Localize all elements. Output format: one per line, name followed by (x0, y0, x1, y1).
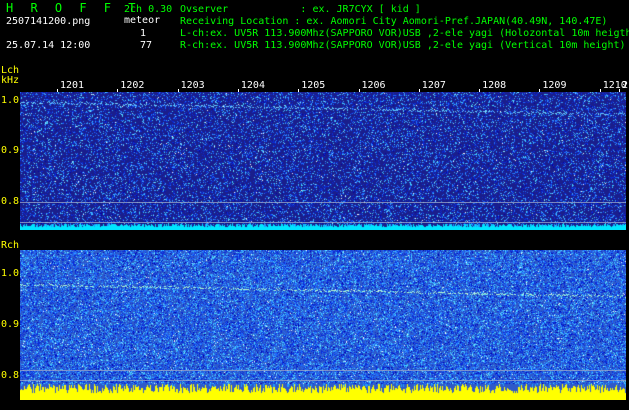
lch-info-line: L-ch:ex. UV5R 113.900Mhz(SAPPORO VOR)USB… (180, 28, 629, 39)
time-tick: 1203 (180, 80, 205, 91)
lch-freq-tick-0.8: 0.8 (1, 196, 20, 207)
lch-spectrogram (20, 92, 626, 230)
time-tick: 1208 (482, 80, 507, 91)
rch-info-line: R-ch:ex. UV5R 113.900Mhz(SAPPORO VOR)USB… (180, 40, 626, 51)
time-tick: 1202 (120, 80, 145, 91)
rch-freq-tick-0.9: 0.9 (1, 319, 20, 330)
time-tick: 1206 (361, 80, 386, 91)
rch-guide-line-lower (20, 380, 626, 381)
app-title: H R O F F T (6, 1, 141, 15)
rch-freq-tick-1.0: 1.0 (1, 268, 20, 279)
rch-spectrogram (20, 250, 626, 400)
observer-line: Ovserver : ex. JR7CYX [ kid ] (180, 4, 421, 15)
lch-freq-tick-0.9: 0.9 (1, 145, 20, 156)
lch-meteor-count: 1 (140, 28, 147, 39)
location-line: Receiving Location : ex. Aomori City Aom… (180, 16, 608, 27)
time-tick: 1201 (60, 80, 85, 91)
lch-guide-line-lower (20, 222, 626, 223)
lch-guide-line-upper (20, 202, 626, 203)
time-tick: 1209 (542, 80, 567, 91)
filename-label: 2507141200.png (6, 16, 91, 27)
rch-meteor-count: 77 (140, 40, 153, 51)
time-tick: 1207 (421, 80, 446, 91)
time-tick: 2 (622, 80, 629, 91)
rch-guide-line-upper (20, 370, 626, 371)
lch-freq-tick-1.0: 1.0 (1, 95, 20, 106)
rch-freq-tick-0.8: 0.8 (1, 370, 20, 381)
time-tick: 1205 (301, 80, 326, 91)
rch-label: Rch (1, 240, 20, 251)
time-tick: 1204 (240, 80, 265, 91)
datetime-label: 25.07.14 12:00 (6, 40, 91, 51)
meteor-label: meteor (124, 15, 161, 26)
lch-unit-label: kHz (1, 75, 20, 86)
